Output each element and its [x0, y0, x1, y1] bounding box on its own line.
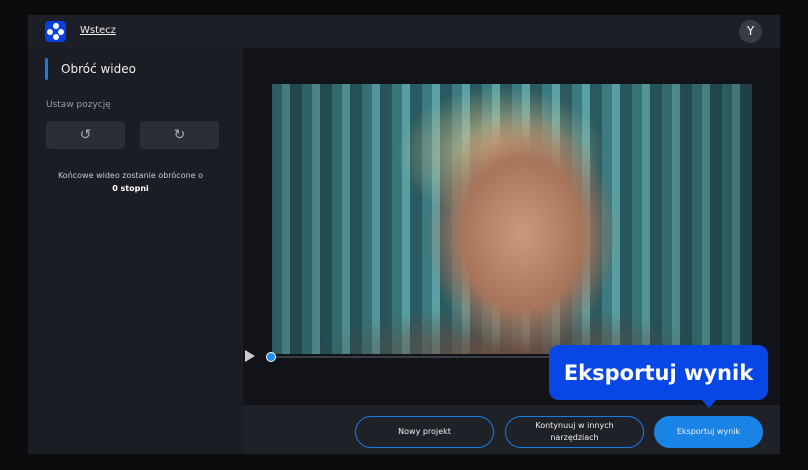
- rotation-value: 0 stopni: [112, 184, 149, 193]
- active-indicator: [45, 58, 48, 80]
- logo-icon[interactable]: [45, 21, 66, 42]
- play-icon[interactable]: [245, 350, 255, 362]
- back-link[interactable]: Wstecz: [80, 25, 116, 36]
- export-tooltip: Eksportuj wynik: [549, 345, 768, 408]
- footer-bar: Nowy projekt Kontynuuj w innych narzędzi…: [243, 405, 780, 454]
- rotate-right-icon: ↻: [173, 127, 186, 143]
- new-project-button[interactable]: Nowy projekt: [355, 416, 494, 448]
- export-button[interactable]: Eksportuj wynik: [654, 416, 763, 448]
- video-preview[interactable]: [272, 84, 752, 354]
- header: Wstecz Y: [28, 15, 780, 48]
- continue-other-tools-button[interactable]: Kontynuuj w innych narzędziach: [505, 416, 644, 448]
- panel-title: Obróć wideo: [61, 62, 136, 76]
- rotate-left-button[interactable]: ↺: [46, 121, 125, 149]
- set-position-label: Ustaw pozycję: [46, 100, 111, 110]
- sidebar: Obróć wideo Ustaw pozycję ↺ ↻ Końcowe wi…: [28, 48, 243, 454]
- avatar[interactable]: Y: [739, 20, 762, 43]
- rotate-left-icon: ↺: [79, 127, 92, 143]
- rotation-info: Końcowe wideo zostanie obrócone o 0 stopn…: [28, 169, 233, 195]
- rotation-info-text: Końcowe wideo zostanie obrócone o: [57, 171, 204, 180]
- rotate-right-button[interactable]: ↻: [140, 121, 219, 149]
- seek-handle[interactable]: [266, 352, 276, 362]
